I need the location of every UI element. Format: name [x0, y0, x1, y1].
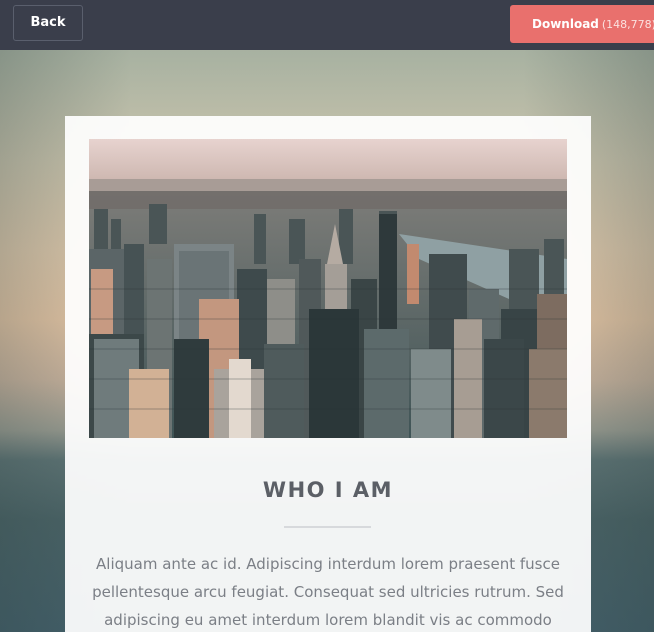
download-label: Download: [532, 17, 599, 31]
back-button[interactable]: Back: [13, 5, 83, 41]
city-skyline-photo: [89, 139, 567, 438]
download-count: (148,778): [601, 18, 654, 31]
body-paragraph: Aliquam ante ac id. Adipiscing interdum …: [92, 555, 564, 629]
page: Back Download (148,778) WHO I AM Aliquam…: [0, 0, 654, 632]
section-title: WHO I AM: [262, 478, 394, 502]
title-divider: [284, 526, 371, 528]
about-card: WHO I AM Aliquam ante ac id. Adipiscing …: [65, 116, 591, 632]
download-button[interactable]: Download (148,778): [510, 5, 654, 43]
top-bar: Back Download (148,778): [0, 0, 654, 50]
